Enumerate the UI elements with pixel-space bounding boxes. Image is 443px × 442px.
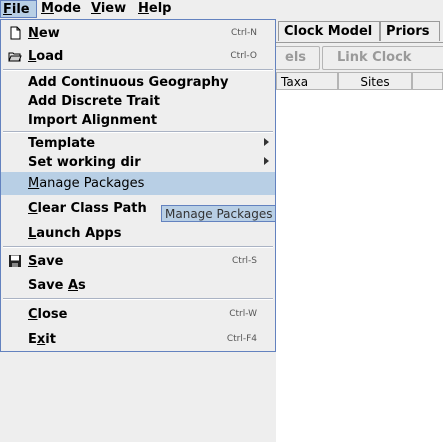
shortcut-new: Ctrl-N: [231, 28, 257, 38]
shortcut-exit: Ctrl-F4: [226, 334, 257, 344]
menu-separator: [3, 69, 273, 71]
table-header-sites[interactable]: Sites: [338, 72, 412, 90]
tab-priors[interactable]: Priors: [380, 21, 440, 41]
menu-help[interactable]: Help: [138, 0, 171, 18]
alignment-table: [276, 72, 443, 442]
shortcut-load: Ctrl-O: [230, 51, 257, 61]
menu-item-save-as[interactable]: Save As: [1, 275, 275, 296]
menu-item-add-continuous-geography[interactable]: Add Continuous Geography: [1, 72, 275, 93]
menu-file[interactable]: File: [0, 0, 37, 18]
menu-item-exit[interactable]: Exit Ctrl-F4: [1, 329, 275, 350]
menu-item-set-working-dir[interactable]: Set working dir: [1, 152, 275, 173]
new-file-icon: [10, 26, 21, 40]
manage-packages-tooltip: Manage Packages: [161, 205, 277, 222]
tab-clock-model[interactable]: Clock Model: [278, 21, 380, 41]
link-clock-models-button[interactable]: Link Clock Mode: [322, 46, 443, 87]
shortcut-close: Ctrl-W: [229, 309, 257, 319]
menu-item-close[interactable]: Close Ctrl-W: [1, 304, 275, 325]
save-disk-icon: [9, 255, 21, 267]
table-header-extra[interactable]: [412, 72, 443, 90]
menubar: File Mode View Help: [0, 0, 443, 19]
open-folder-icon: [8, 52, 22, 62]
menu-item-import-alignment[interactable]: Import Alignment: [1, 110, 275, 131]
partial-toolbar-button[interactable]: els: [270, 46, 320, 70]
file-menu: New Ctrl-N Load Ctrl-O Add Continuous Ge…: [0, 19, 276, 352]
submenu-arrow-icon: [264, 157, 269, 165]
table-header-taxa[interactable]: Taxa: [276, 72, 338, 90]
menu-separator: [3, 298, 273, 300]
menu-item-new[interactable]: New Ctrl-N: [1, 23, 275, 44]
menu-mode[interactable]: Mode: [41, 0, 81, 18]
menu-separator: [3, 246, 273, 248]
menu-item-launch-apps[interactable]: Launch Apps: [1, 223, 275, 244]
tab-divider: [276, 42, 443, 43]
submenu-arrow-icon: [264, 138, 269, 146]
menu-item-add-discrete-trait[interactable]: Add Discrete Trait: [1, 91, 275, 112]
menu-view[interactable]: View: [91, 0, 126, 18]
shortcut-save: Ctrl-S: [232, 256, 257, 266]
menu-item-manage-packages[interactable]: Manage Packages: [1, 172, 275, 195]
menu-item-save[interactable]: Save Ctrl-S: [1, 251, 275, 272]
menu-item-template[interactable]: Template: [1, 133, 275, 154]
menu-item-load[interactable]: Load Ctrl-O: [1, 46, 275, 67]
